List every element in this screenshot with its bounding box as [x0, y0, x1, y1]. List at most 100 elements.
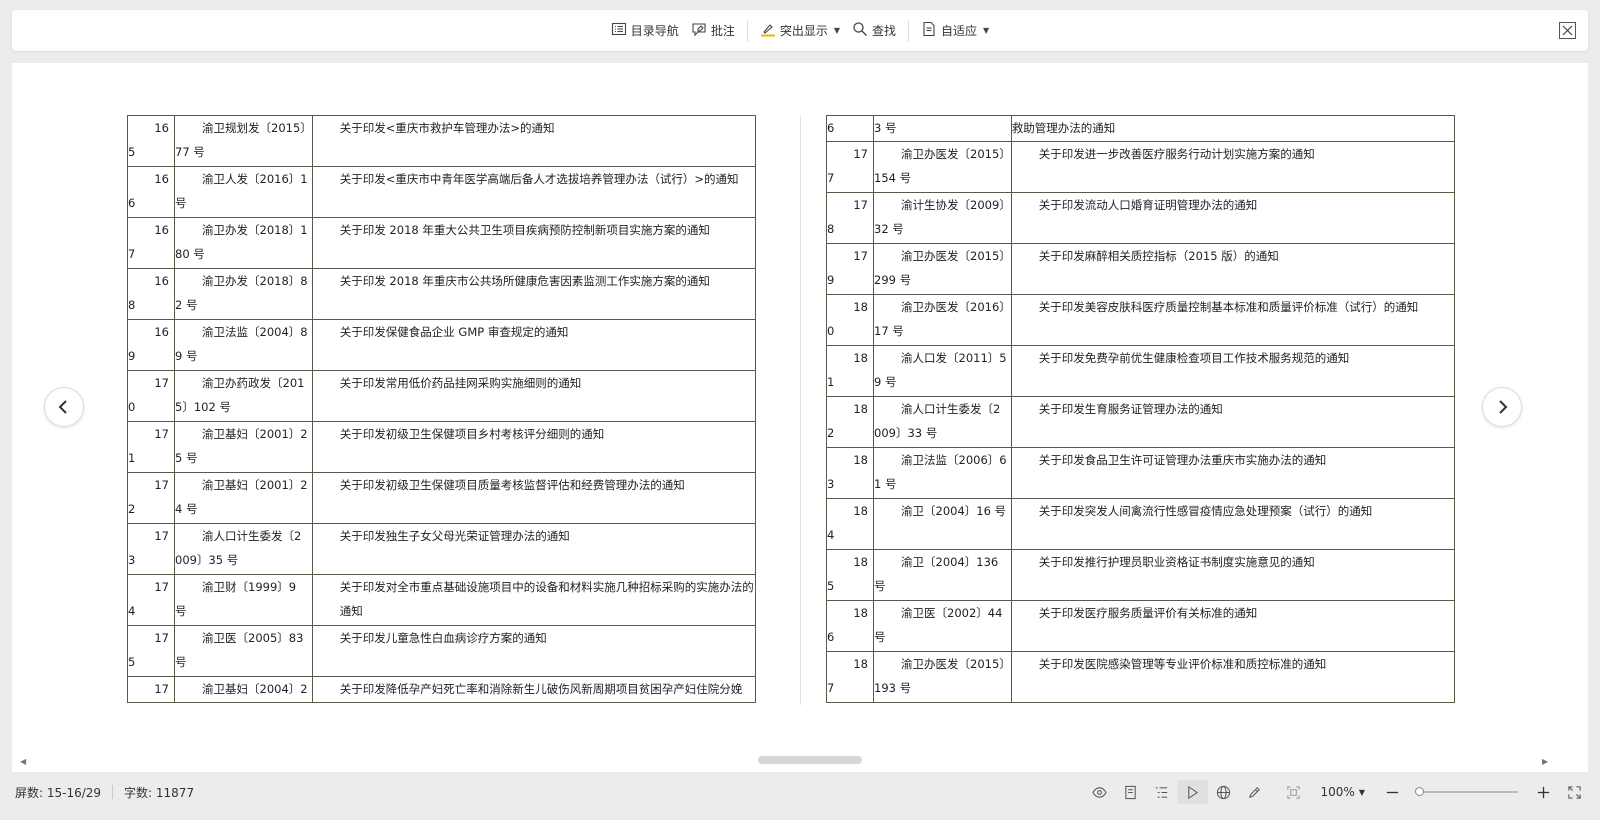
doc-title-cell: 关于印发儿童急性白血病诊疗方案的通知 — [311, 625, 756, 677]
row-number-part1: 16 — [154, 223, 169, 237]
row-number-cell: 18 1 — [826, 345, 874, 397]
doc-number-part1: 渝人口计生委发〔2 — [901, 402, 1001, 416]
doc-title-text: 关于印发美容皮肤科医疗质量控制基本标准和质量评价标准（试行）的通知 — [1038, 300, 1419, 314]
doc-number-part2: 4 号 — [175, 502, 198, 516]
doc-number-part2: 32 号 — [874, 222, 904, 236]
row-number-cell: 17 2 — [127, 472, 175, 524]
doc-title-cell: 关于印发独生子女父母光荣证管理办法的通知 — [311, 523, 756, 575]
comment-button[interactable]: 批注 — [685, 17, 741, 45]
close-button[interactable] — [1559, 22, 1576, 39]
row-number-part2: 9 — [128, 349, 136, 363]
row-number-cell: 16 5 — [127, 115, 175, 167]
row-number-part1: 17 — [853, 249, 868, 263]
scroll-left-arrow[interactable]: ◀ — [20, 757, 26, 766]
row-number-part1: 17 — [154, 376, 169, 390]
chevron-down-icon[interactable]: ▼ — [1359, 788, 1365, 797]
doc-title-cell: 关于印发推行护理员职业资格证书制度实施意见的通知 — [1010, 549, 1455, 601]
chevron-down-icon: ▼ — [983, 26, 990, 35]
doc-number-part2: 号 — [175, 604, 187, 618]
doc-title-cell: 关于印发 2018 年重庆市公共场所健康危害因素监测工作实施方案的通知 — [311, 268, 756, 320]
row-number-part2: 1 — [128, 451, 136, 465]
doc-title-text: 关于印发 2018 年重庆市公共场所健康危害因素监测工作实施方案的通知 — [339, 274, 710, 288]
doc-title-cell: 关于印发初级卫生保健项目乡村考核评分细则的通知 — [311, 421, 756, 473]
toc-nav-button[interactable]: 目录导航 — [605, 17, 685, 45]
doc-title-text: 关于印发医疗服务质量评价有关标准的通知 — [1038, 606, 1258, 620]
row-number-cell: 18 0 — [826, 294, 874, 346]
doc-number-part2: 5〕102 号 — [175, 400, 231, 414]
doc-number-cell: 渝人口计生委发〔2 009〕33 号 — [873, 396, 1012, 448]
zoom-slider[interactable] — [1415, 787, 1518, 796]
doc-title-cell: 关于印发保健食品企业 GMP 审查规定的通知 — [311, 319, 756, 371]
fit-button[interactable]: 自适应 ▼ — [915, 17, 995, 45]
row-number-part2: 4 — [128, 604, 136, 618]
doc-title-text: 关于印发独生子女父母光荣证管理办法的通知 — [339, 529, 570, 543]
row-number-cell: 17 3 — [127, 523, 175, 575]
zoom-level[interactable]: 100% — [1321, 785, 1355, 799]
fullscreen-button[interactable] — [1559, 780, 1590, 804]
previous-page-button[interactable] — [44, 387, 84, 427]
table-row: 18 0 渝卫办医发〔2016〕 17 号 关于印发美容皮肤科医疗质量控制基本标准和质量… — [826, 294, 1455, 346]
doc-number-part2: 1 号 — [874, 477, 897, 491]
doc-title-cell: 关于印发<重庆市救护车管理办法>的通知 — [311, 115, 756, 167]
outline-icon — [1155, 786, 1167, 798]
row-number-part1: 18 — [853, 351, 868, 365]
row-number-cell: 17 7 — [826, 141, 874, 193]
doc-number-part2: 9 号 — [874, 375, 897, 389]
outline-view-button[interactable] — [1146, 780, 1177, 804]
doc-title-cell: 关于印发进一步改善医疗服务行动计划实施方案的通知 — [1010, 141, 1455, 193]
close-icon — [1562, 25, 1573, 36]
zoom-in-button[interactable] — [1528, 780, 1559, 804]
play-button[interactable] — [1176, 780, 1208, 804]
row-number-part2: 0 — [128, 400, 136, 414]
row-number-part1: 16 — [154, 325, 169, 339]
highlight-button[interactable]: 突出显示 ▼ — [754, 17, 846, 45]
web-view-button[interactable] — [1208, 780, 1239, 804]
zoom-slider-handle[interactable] — [1415, 787, 1424, 796]
doc-title-cell: 关于印发对全市重点基础设施项目中的设备和材料实施几种招标采购的实施办法的通知 — [311, 574, 756, 626]
doc-number-part1: 渝卫财〔1999〕9 — [202, 580, 297, 594]
doc-number-part2: 17 号 — [874, 324, 904, 338]
top-toolbar: 目录导航 批注 突出显示 ▼ 查找 自适应 ▼ — [12, 10, 1588, 51]
eye-protection-button[interactable] — [1084, 780, 1115, 804]
zoom-out-button[interactable] — [1377, 780, 1408, 804]
row-number-cell: 18 7 — [826, 651, 874, 703]
fullscreen-fit-button[interactable] — [1278, 780, 1309, 804]
doc-title-cell: 关于印发免费孕前优生健康检查项目工作技术服务规范的通知 — [1010, 345, 1455, 397]
annotate-button[interactable] — [1239, 780, 1270, 804]
doc-title-cell: 关于印发初级卫生保健项目质量考核监督评估和经费管理办法的通知 — [311, 472, 756, 524]
table-row: 17 7 渝卫办医发〔2015〕 154 号 关于印发进一步改善医疗服务行动计划实施方案… — [826, 141, 1455, 193]
doc-number-part1: 渝人口发〔2011〕5 — [901, 351, 1007, 365]
doc-number-part1: 渝卫医〔2005〕83 — [202, 631, 304, 645]
table-row: 17 4 渝卫财〔1999〕9 号 关于印发对全市重点基础设施项目中的设备和材料实施几种… — [127, 574, 756, 626]
doc-title-cell: 关于印发美容皮肤科医疗质量控制基本标准和质量评价标准（试行）的通知 — [1010, 294, 1455, 346]
row-number-part1: 18 — [853, 453, 868, 467]
next-page-button[interactable] — [1482, 387, 1522, 427]
row-number-part2: 5 — [827, 579, 835, 593]
doc-title-text: 关于印发突发人间禽流行性感冒疫情应急处理预案（试行）的通知 — [1038, 504, 1373, 518]
table-row: 17 渝卫基妇〔2004〕2 关于印发降低孕产妇死亡率和消除新生儿破伤风新周期项目贫… — [127, 676, 756, 703]
row-number-part1: 18 — [853, 606, 868, 620]
table-row: 16 8 渝卫办发〔2018〕8 2 号 关于印发 2018 年重庆市公共场所健康危害因… — [127, 268, 756, 320]
row-number-cell: 17 1 — [127, 421, 175, 473]
toolbar-center: 目录导航 批注 突出显示 ▼ 查找 自适应 ▼ — [12, 10, 1588, 51]
scroll-right-arrow[interactable]: ▶ — [1542, 757, 1548, 766]
page-view-button[interactable] — [1115, 780, 1146, 804]
doc-number-part2: 号 — [874, 630, 886, 644]
row-number-part2: 3 — [128, 553, 136, 567]
doc-number-cell: 渝卫法监〔2006〕6 1 号 — [873, 447, 1012, 499]
doc-title-cell: 关于印发降低孕产妇死亡率和消除新生儿破伤风新周期项目贫困孕产妇住院分娩 — [311, 676, 756, 703]
row-number-cell: 17 0 — [127, 370, 175, 422]
toc-nav-label: 目录导航 — [630, 24, 679, 38]
find-button[interactable]: 查找 — [846, 17, 902, 45]
doc-number-cell: 渝人口发〔2011〕5 9 号 — [873, 345, 1012, 397]
doc-number-cell: 渝计生协发〔2009〕 32 号 — [873, 192, 1012, 244]
page-fit-icon — [921, 21, 937, 40]
doc-number-cell: 渝卫基妇〔2004〕2 — [174, 676, 313, 703]
row-number-part1: 18 — [853, 402, 868, 416]
doc-number-part2: 154 号 — [874, 171, 912, 185]
row-number-part2: 8 — [128, 298, 136, 312]
doc-number-part1: 渝卫规划发〔2015〕 — [202, 121, 312, 135]
doc-number-part1: 渝卫办医发〔2016〕 — [901, 300, 1011, 314]
horizontal-scrollbar-thumb[interactable] — [758, 756, 862, 764]
doc-title-cell: 关于印发流动人口婚育证明管理办法的通知 — [1010, 192, 1455, 244]
